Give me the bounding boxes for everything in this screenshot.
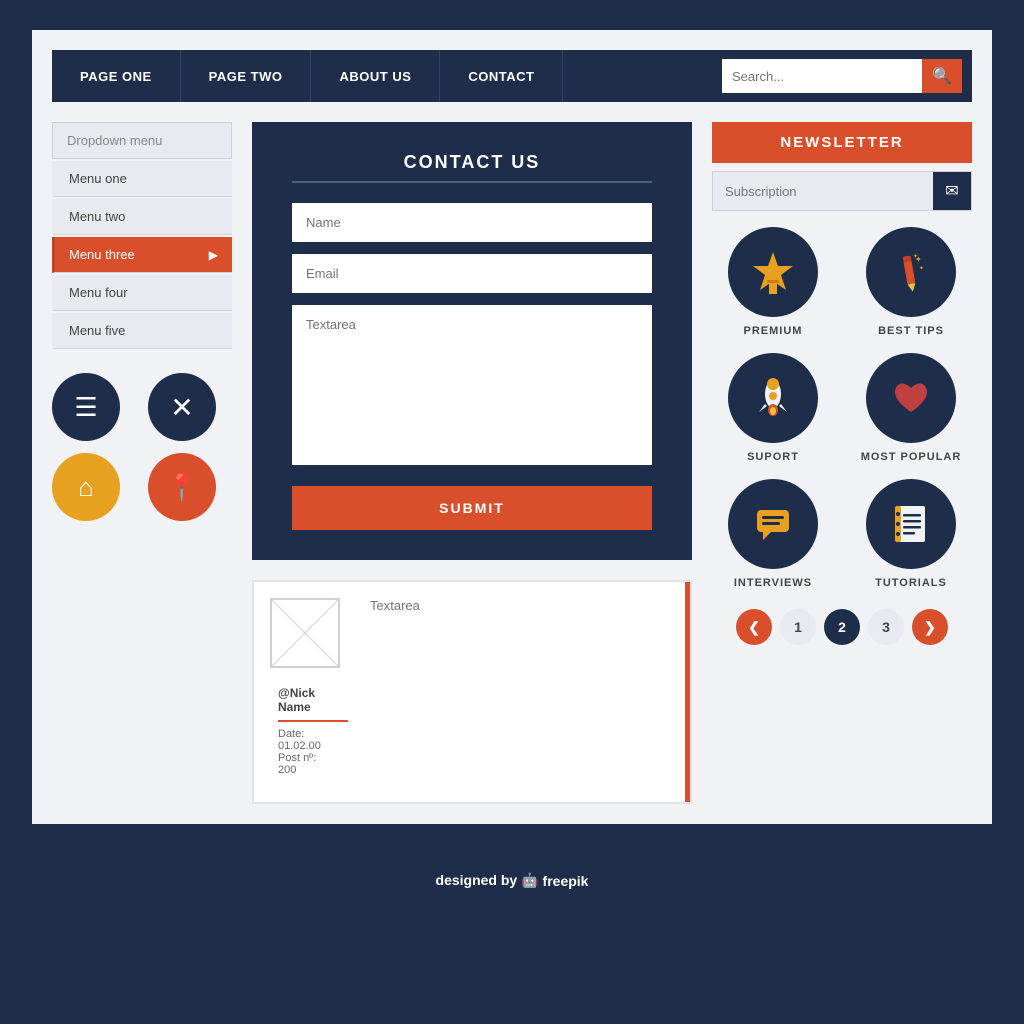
chat-icon [749,500,797,548]
location-icon-button[interactable]: 📍 [148,453,216,521]
category-tutorials[interactable]: TUTORIALS [850,479,972,589]
comment-date: Date: 01.02.00 [278,728,330,752]
contact-form: CONTACT US SUBMIT [252,122,692,560]
menu-icon-button[interactable]: ☰ [52,373,120,441]
submit-button[interactable]: SUBMIT [292,486,652,530]
footer: designed by 🤖 freepik [0,854,1024,907]
heart-icon [887,374,935,422]
category-interviews[interactable]: INTERVIEWS [712,479,834,589]
comment-textarea-area [354,582,690,802]
divider [278,720,348,722]
comment-avatar-area: @Nick Name Date: 01.02.00 Post nº: 200 [254,582,354,802]
comment-nick: @Nick Name [278,686,330,714]
most-popular-label: MOST POPULAR [861,451,962,463]
name-input[interactable] [292,203,652,242]
nav-page-one[interactable]: PAGE ONE [52,50,181,102]
best-tips-label: BEST TIPS [878,325,944,337]
footer-text: designed by [436,872,518,888]
main-wrapper: PAGE ONE PAGE TWO ABOUT US CONTACT 🔍 Dro… [32,30,992,824]
star-icon [749,248,797,296]
premium-icon-circle [728,227,818,317]
interviews-label: INTERVIEWS [734,577,812,589]
sidebar-menu-one[interactable]: Menu one [52,161,232,197]
freepik-logo: 🤖 freepik [521,872,588,889]
home-icon: ⌂ [78,472,94,503]
newsletter-input-row: ✉ [712,171,972,211]
close-icon: ✕ [170,391,193,424]
hamburger-icon: ☰ [74,392,97,423]
navbar: PAGE ONE PAGE TWO ABOUT US CONTACT 🔍 [52,50,972,102]
icon-buttons: ☰ ✕ ⌂ 📍 [52,373,232,521]
page-1-button[interactable]: 1 [780,609,816,645]
center-panel: CONTACT US SUBMIT @Nick Name Date: 01.02… [252,122,692,804]
category-grid: PREMIUM ✦ ✦ ✦ [712,227,972,589]
avatar-image [270,598,340,668]
main-content: Dropdown menu Menu one Menu two Menu thr… [52,122,972,804]
home-icon-button[interactable]: ⌂ [52,453,120,521]
email-input[interactable] [292,254,652,293]
page-3-button[interactable]: 3 [868,609,904,645]
search-icon: 🔍 [932,66,952,86]
search-input[interactable] [722,59,922,93]
freepik-emoji: 🤖 [521,872,538,889]
page-2-button[interactable]: 2 [824,609,860,645]
newsletter-title: NEWSLETTER [712,122,972,163]
tutorials-icon-circle [866,479,956,569]
sidebar-menu-two[interactable]: Menu two [52,199,232,235]
right-panel: NEWSLETTER ✉ PREMIUM [712,122,972,804]
comment-box: @Nick Name Date: 01.02.00 Post nº: 200 [252,580,692,804]
support-icon-circle [728,353,818,443]
pencil-icon: ✦ ✦ ✦ [887,248,935,296]
location-icon: 📍 [166,472,198,503]
category-most-popular[interactable]: MOST POPULAR [850,353,972,463]
next-page-button[interactable]: ❯ [912,609,948,645]
most-popular-icon-circle [866,353,956,443]
search-area: 🔍 [722,59,972,93]
sidebar-menu-four[interactable]: Menu four [52,275,232,311]
interviews-icon-circle [728,479,818,569]
subscription-input[interactable] [713,174,933,209]
cursor-icon: ▶ [209,248,218,262]
category-premium[interactable]: PREMIUM [712,227,834,337]
category-support[interactable]: SUPORT [712,353,834,463]
svg-text:✦: ✦ [913,253,918,260]
close-icon-button[interactable]: ✕ [148,373,216,441]
comment-post: Post nº: 200 [278,752,330,776]
dropdown-menu[interactable]: Dropdown menu [52,122,232,159]
support-label: SUPORT [747,451,799,463]
freepik-brand: freepik [543,873,589,889]
prev-page-button[interactable]: ❮ [736,609,772,645]
search-button[interactable]: 🔍 [922,59,962,93]
nav-contact[interactable]: CONTACT [440,50,563,102]
nav-page-two[interactable]: PAGE TWO [181,50,312,102]
sidebar-menu-five[interactable]: Menu five [52,313,232,349]
notebook-icon [887,500,935,548]
category-best-tips[interactable]: ✦ ✦ ✦ BEST TIPS [850,227,972,337]
best-tips-icon-circle: ✦ ✦ ✦ [866,227,956,317]
premium-label: PREMIUM [744,325,803,337]
contact-form-title: CONTACT US [292,152,652,173]
svg-text:✦: ✦ [919,265,924,272]
email-icon: ✉ [933,172,971,210]
message-textarea[interactable] [292,305,652,465]
sidebar: Dropdown menu Menu one Menu two Menu thr… [52,122,232,804]
nav-about-us[interactable]: ABOUT US [311,50,440,102]
pagination: ❮ 1 2 3 ❯ [712,609,972,645]
tutorials-label: TUTORIALS [875,577,947,589]
sidebar-menu-three[interactable]: Menu three ▶ [52,237,232,273]
rocket-icon [749,374,797,422]
comment-textarea[interactable] [370,598,674,678]
